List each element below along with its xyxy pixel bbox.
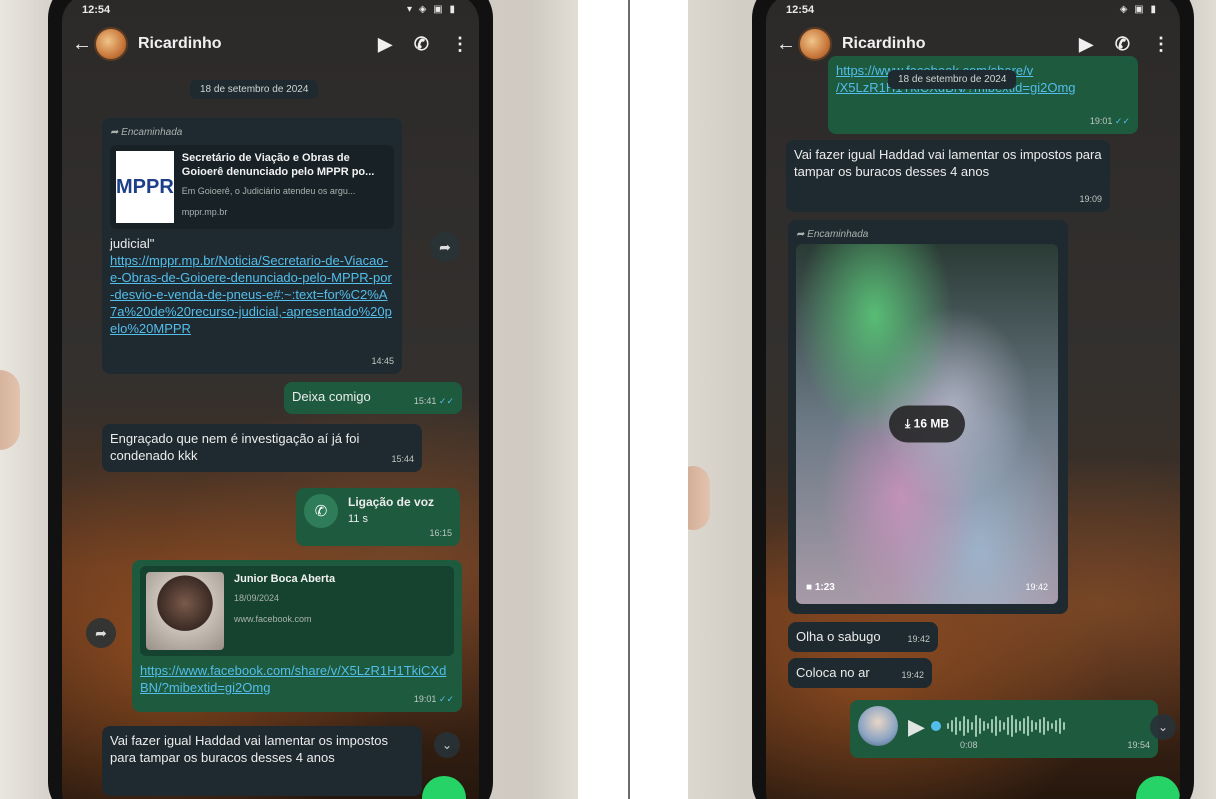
left-photo: 12:54 ▾ ◈ ▣ ▮ ← Ricardinho ▶ ✆ ⋮ 18 de s…	[0, 0, 578, 799]
message-time: 19:54	[1127, 740, 1150, 750]
facebook-thumbnail	[146, 572, 224, 650]
phone-left: 12:54 ▾ ◈ ▣ ▮ ← Ricardinho ▶ ✆ ⋮ 18 de s…	[48, 0, 493, 799]
finger-right	[688, 466, 710, 530]
read-receipt-icon: ✓✓	[438, 396, 454, 406]
video-camera-icon: ■	[806, 582, 815, 593]
contact-avatar[interactable]	[798, 27, 832, 61]
message-text-prefix: judicial"	[110, 236, 155, 251]
more-options-icon[interactable]: ⋮	[451, 34, 469, 55]
chat-screen-left: 12:54 ▾ ◈ ▣ ▮ ← Ricardinho ▶ ✆ ⋮ 18 de s…	[62, 0, 479, 799]
contact-name[interactable]: Ricardinho	[842, 35, 1057, 53]
chat-header: ← Ricardinho ▶ ✆ ⋮	[62, 20, 479, 68]
download-icon: ⤓	[905, 416, 914, 431]
message-time: 19:01 ✓✓	[413, 694, 454, 704]
call-duration: 11 s	[348, 513, 368, 525]
photo-divider	[628, 0, 630, 799]
scroll-down-button[interactable]: ⌄	[434, 732, 460, 758]
play-icon[interactable]: ▶	[908, 715, 925, 737]
date-chip: 18 de setembro de 2024	[190, 80, 319, 99]
message-text: Olha o sabugo	[796, 629, 881, 644]
message-time: 19:09	[1079, 194, 1102, 204]
message-haddad[interactable]: Vai fazer igual Haddad vai lamentar os i…	[786, 140, 1110, 212]
message-deixa-comigo[interactable]: Deixa comigo 15:41 ✓✓	[284, 382, 462, 414]
status-time: 12:54	[82, 4, 111, 16]
message-coloca[interactable]: Coloca no ar 19:42	[788, 658, 932, 688]
more-options-icon[interactable]: ⋮	[1152, 34, 1170, 55]
message-sabugo[interactable]: Olha o sabugo 19:42	[788, 622, 938, 652]
preview-date: 18/09/2024	[234, 593, 280, 603]
forward-icon: ➦	[796, 229, 808, 240]
message-time: 19:42	[901, 670, 924, 680]
date-chip: 18 de setembro de 2024	[888, 70, 1017, 89]
back-arrow-icon[interactable]: ←	[776, 33, 796, 56]
audio-message[interactable]: ▶ 0:08 19:54	[850, 700, 1158, 758]
status-icons: ◈ ▣ ▮	[1119, 4, 1158, 15]
chat-screen-right: 12:54 ◈ ▣ ▮ ← Ricardinho ▶ ✆ ⋮ https://w…	[766, 0, 1180, 799]
message-time: 15:41 ✓✓	[413, 396, 454, 406]
right-photo: 12:54 ◈ ▣ ▮ ← Ricardinho ▶ ✆ ⋮ https://w…	[688, 0, 1216, 799]
message-time: 15:44	[391, 454, 414, 464]
message-time: 19:01 ✓✓	[1089, 116, 1130, 126]
forwarded-label: ➦ Encaminhada	[110, 127, 183, 138]
phone-call-icon: ✆	[304, 494, 338, 528]
link-preview-facebook[interactable]: Junior Boca Aberta 18/09/2024 www.facebo…	[140, 566, 454, 656]
message-haddad[interactable]: Vai fazer igual Haddad vai lamentar os i…	[102, 726, 422, 796]
preview-domain: mppr.mp.br	[181, 207, 228, 217]
preview-description: Em Goioerê, o Judiciário atendeu os argu…	[181, 186, 356, 196]
voice-call-message[interactable]: ✆ Ligação de voz 11 s 16:15	[296, 488, 460, 546]
read-receipt-icon: ✓✓	[438, 694, 454, 704]
forward-button[interactable]: ➦	[430, 232, 460, 262]
forward-button[interactable]: ➦	[86, 618, 116, 648]
status-time: 12:54	[786, 4, 815, 16]
video-duration: ■ 1:23	[806, 582, 835, 593]
contact-name[interactable]: Ricardinho	[138, 35, 356, 53]
message-engracado[interactable]: Engraçado que nem é investigação aí já f…	[102, 424, 422, 472]
message-facebook-link[interactable]: https://www.facebook.com/share/v /X5LzR1…	[828, 56, 1138, 134]
message-video[interactable]: ➦ Encaminhada ⤓ 16 MB ■ 1:23 19:42	[788, 220, 1068, 614]
link-preview-mppr[interactable]: MPPR Secretário de Viação e Obras de Goi…	[110, 145, 394, 229]
message-text: Vai fazer igual Haddad vai lamentar os i…	[110, 733, 388, 765]
message-time: 19:42	[1025, 582, 1048, 592]
contact-avatar[interactable]	[94, 27, 128, 61]
video-call-icon[interactable]: ▶	[378, 34, 392, 55]
audio-progress-dot[interactable]	[930, 721, 941, 731]
preview-domain: www.facebook.com	[234, 614, 312, 624]
scroll-down-button[interactable]: ⌄	[1150, 714, 1176, 740]
forward-icon: ➦	[110, 127, 122, 138]
audio-duration: 0:08	[960, 740, 978, 750]
message-mppr[interactable]: ➦ Encaminhada MPPR Secretário de Viação …	[102, 118, 402, 374]
sender-avatar	[858, 706, 898, 746]
video-thumbnail[interactable]: ⤓ 16 MB ■ 1:23 19:42	[796, 244, 1058, 604]
message-text: Vai fazer igual Haddad vai lamentar os i…	[794, 147, 1102, 179]
status-icons: ▾ ◈ ▣ ▮	[407, 4, 457, 15]
finger-left	[0, 370, 20, 450]
message-text: Engraçado que nem é investigação aí já f…	[110, 431, 360, 463]
message-time: 16:15	[429, 528, 452, 538]
message-text: Coloca no ar	[796, 665, 870, 680]
forwarded-label: ➦ Encaminhada	[796, 229, 869, 240]
phone-right: 12:54 ◈ ▣ ▮ ← Ricardinho ▶ ✆ ⋮ https://w…	[752, 0, 1194, 799]
mppr-logo: MPPR	[116, 151, 174, 223]
mppr-link[interactable]: https://mppr.mp.br/Noticia/Secretario-de…	[110, 252, 394, 337]
download-video-button[interactable]: ⤓ 16 MB	[889, 405, 965, 443]
preview-title: Secretário de Viação e Obras de Goioerê …	[181, 152, 375, 178]
message-time: 14:45	[371, 356, 394, 366]
message-text: Deixa comigo	[292, 389, 371, 404]
phone-call-icon[interactable]: ✆	[1115, 34, 1130, 55]
read-receipt-icon: ✓✓	[1114, 116, 1130, 126]
back-arrow-icon[interactable]: ←	[72, 33, 92, 56]
preview-title: Junior Boca Aberta	[234, 573, 336, 585]
video-call-icon[interactable]: ▶	[1079, 34, 1093, 55]
facebook-link[interactable]: https://www.facebook.com/share/v/X5LzR1H…	[140, 662, 454, 696]
message-facebook-link[interactable]: Junior Boca Aberta 18/09/2024 www.facebo…	[132, 560, 462, 712]
phone-call-icon[interactable]: ✆	[414, 34, 429, 55]
call-title: Ligação de voz	[348, 495, 435, 509]
message-time: 19:42	[907, 634, 930, 644]
